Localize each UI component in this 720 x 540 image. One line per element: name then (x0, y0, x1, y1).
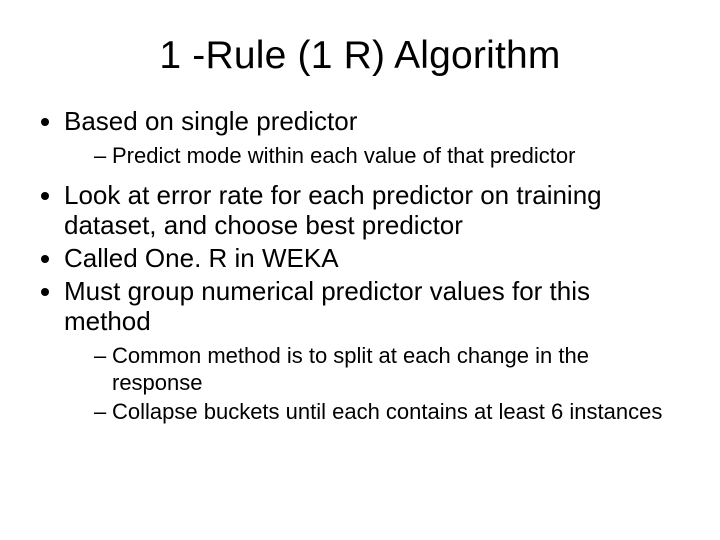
sub-list: Predict mode within each value of that p… (64, 143, 680, 170)
bullet-text: Look at error rate for each predictor on… (64, 180, 602, 241)
list-item: Called One. R in WEKA (64, 243, 680, 274)
bullet-text: Based on single predictor (64, 106, 357, 136)
list-item: Common method is to split at each change… (94, 343, 680, 397)
bullet-text: Predict mode within each value of that p… (112, 143, 575, 168)
sub-list: Common method is to split at each change… (64, 343, 680, 425)
list-item: Must group numerical predictor values fo… (64, 276, 680, 426)
slide-title: 1 -Rule (1 R) Algorithm (40, 34, 680, 78)
list-item: Look at error rate for each predictor on… (64, 180, 680, 241)
bullet-list: Based on single predictor Predict mode w… (40, 106, 680, 425)
list-item: Predict mode within each value of that p… (94, 143, 680, 170)
bullet-text: Collapse buckets until each contains at … (112, 399, 662, 424)
list-item: Based on single predictor Predict mode w… (64, 106, 680, 170)
slide: 1 -Rule (1 R) Algorithm Based on single … (0, 0, 720, 540)
bullet-text: Must group numerical predictor values fo… (64, 276, 590, 337)
list-item: Collapse buckets until each contains at … (94, 399, 680, 426)
bullet-text: Common method is to split at each change… (112, 343, 589, 395)
bullet-text: Called One. R in WEKA (64, 243, 339, 273)
